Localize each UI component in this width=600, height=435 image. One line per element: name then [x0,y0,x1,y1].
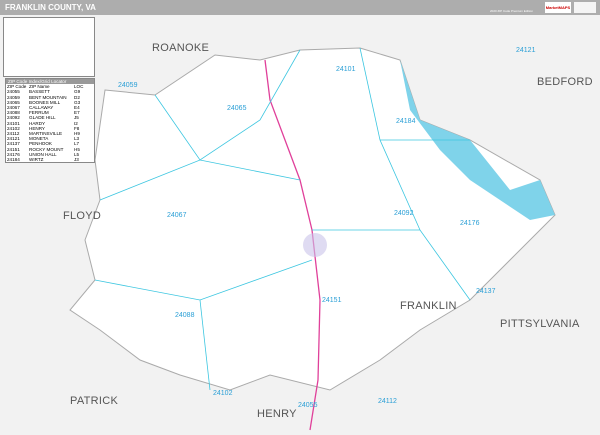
zip-label: 24112 [378,398,397,405]
rocky-mount-urban-area [303,233,327,257]
zip-label: 24137 [476,288,496,295]
map-title: FRANKLIN COUNTY, VA [5,3,96,12]
place-franklin: FRANKLIN [400,300,457,312]
zip-index-table: ZIP Code Index/Grid Locator ZIP Code ZIP… [5,78,95,164]
place-patrick: PATRICK [70,395,119,407]
publisher-badge [574,2,596,13]
index-cell: WIRTZ [29,157,44,163]
place-pittsylvania: PITTSYLVANIA [500,318,580,330]
map-legend [3,17,95,77]
place-bedford: BEDFORD [537,76,593,88]
header-bar: FRANKLIN COUNTY, VA 2020 ZIP Code Premiu… [0,0,600,15]
zip-label: 24184 [396,118,416,125]
zip-label: 24092 [394,210,414,217]
place-roanoke: ROANOKE [152,42,210,54]
zip-label: 24176 [460,220,480,227]
zip-label: 24065 [227,105,247,112]
logo: MarketMAPS [545,2,571,13]
zip-label: 24067 [167,212,187,219]
zip-label: 24101 [336,66,356,73]
zip-label: 24055 [298,402,318,409]
index-cell: J3 [74,157,79,163]
index-row: 24184 WIRTZ J3 [6,157,94,162]
zip-label: 24102 [213,390,233,397]
zip-label: 24059 [118,82,138,89]
zip-label: 24088 [175,312,195,319]
zip-label: 24121 [516,47,536,54]
zip-label: 24151 [322,297,342,304]
place-henry: HENRY [257,408,297,420]
edition-label: 2020 ZIP Code Premium Edition [490,9,533,13]
place-floyd: FLOYD [63,210,102,222]
index-cell: 24184 [7,157,20,163]
